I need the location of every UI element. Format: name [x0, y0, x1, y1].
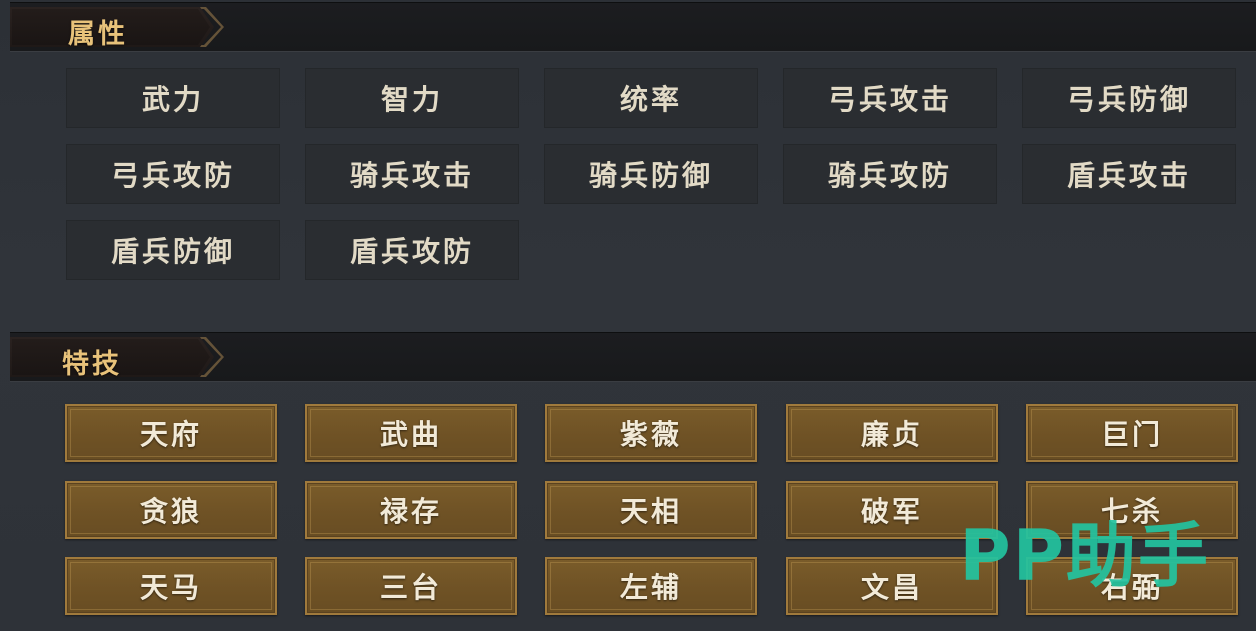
skills-title: 特技: [62, 349, 122, 380]
attributes-title: 属性: [68, 19, 128, 50]
skill-button[interactable]: 天马: [65, 557, 277, 615]
attribute-button[interactable]: 盾兵攻击: [1022, 144, 1236, 204]
attributes-header: 属性: [10, 2, 1256, 52]
attribute-button[interactable]: 武力: [66, 68, 280, 128]
skill-button[interactable]: 三台: [305, 557, 517, 615]
skill-button[interactable]: 左辅: [545, 557, 757, 615]
attribute-button[interactable]: 骑兵攻防: [783, 144, 997, 204]
attribute-button[interactable]: 智力: [305, 68, 519, 128]
skill-button[interactable]: 巨门: [1026, 404, 1238, 462]
attribute-button[interactable]: 骑兵防御: [544, 144, 758, 204]
attribute-button[interactable]: 弓兵攻防: [66, 144, 280, 204]
skill-button[interactable]: 紫薇: [545, 404, 757, 462]
skill-button[interactable]: 廉贞: [786, 404, 998, 462]
attribute-button[interactable]: 盾兵攻防: [305, 220, 519, 280]
attribute-button[interactable]: 骑兵攻击: [305, 144, 519, 204]
attribute-button[interactable]: 弓兵攻击: [783, 68, 997, 128]
skill-button[interactable]: 武曲: [305, 404, 517, 462]
attribute-button[interactable]: 弓兵防御: [1022, 68, 1236, 128]
skill-button[interactable]: 贪狼: [65, 481, 277, 539]
skill-button[interactable]: 禄存: [305, 481, 517, 539]
watermark-logo: PP助手: [959, 515, 1210, 597]
skill-button[interactable]: 天相: [545, 481, 757, 539]
skill-button[interactable]: 天府: [65, 404, 277, 462]
attribute-button[interactable]: 统率: [544, 68, 758, 128]
attribute-button[interactable]: 盾兵防御: [66, 220, 280, 280]
skills-header: 特技: [10, 332, 1256, 382]
